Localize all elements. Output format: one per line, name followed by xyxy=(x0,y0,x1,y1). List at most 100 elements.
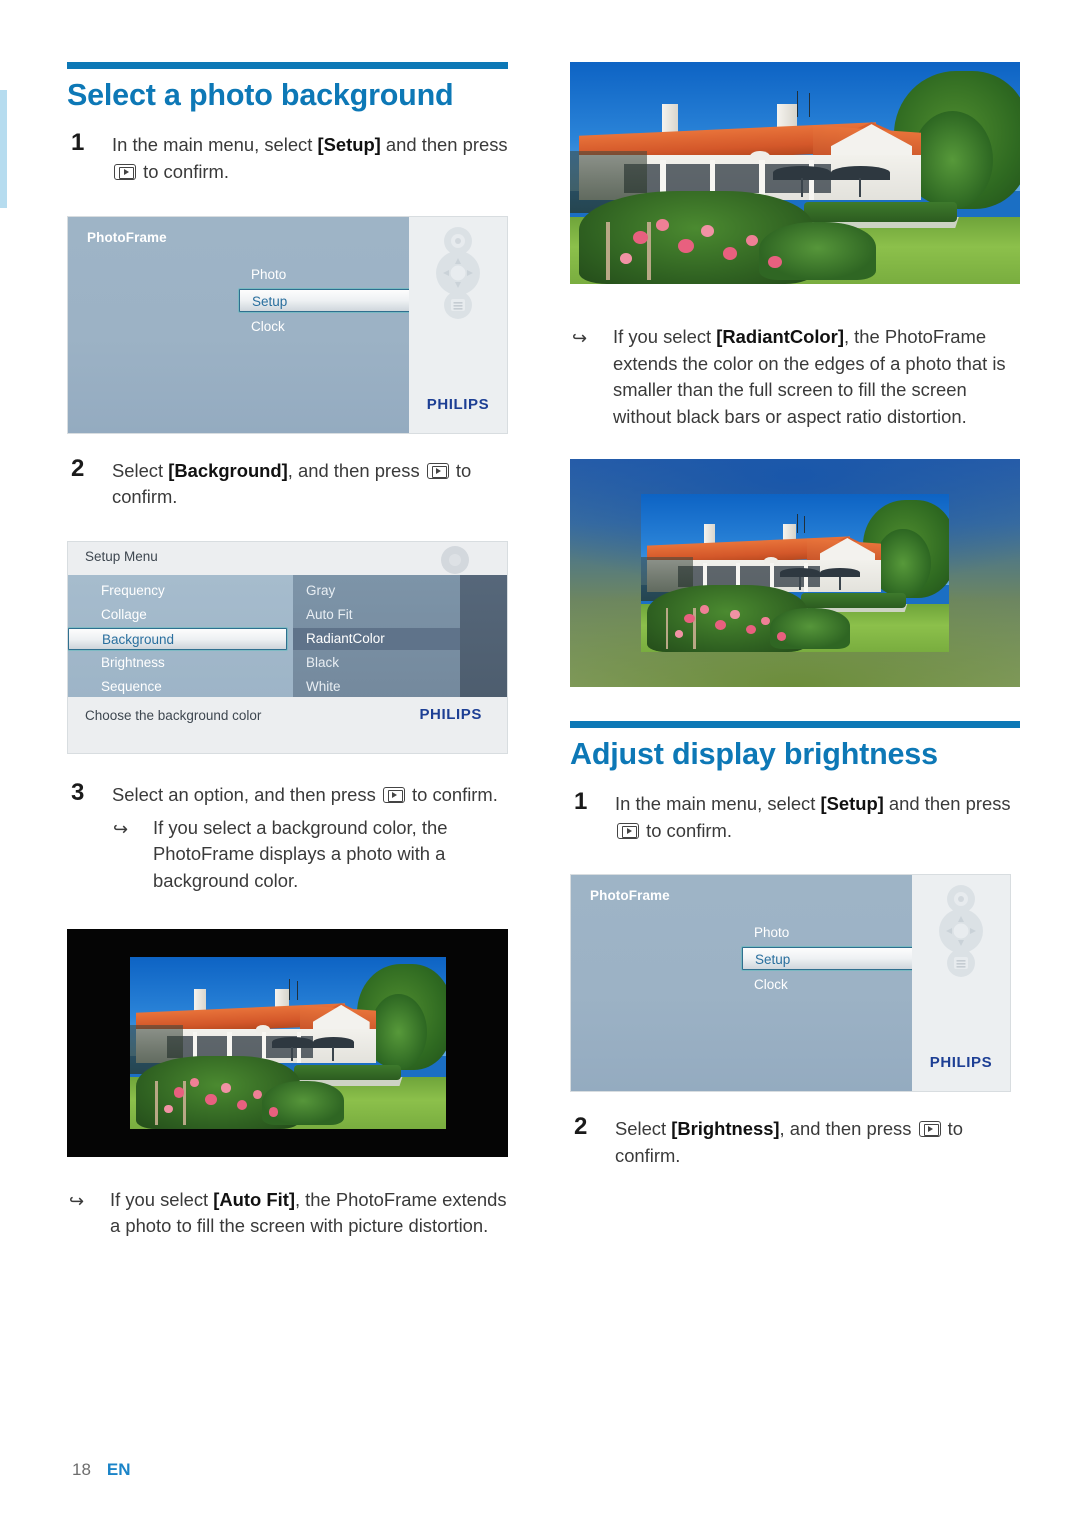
confirm-key-icon xyxy=(114,163,136,180)
bullet-text-bold: [Auto Fit] xyxy=(213,1188,295,1210)
arrow-icon: ↪ xyxy=(572,328,588,348)
bullet-text-bold: [RadiantColor] xyxy=(716,326,844,347)
step-text: Select [Background], and then press to c… xyxy=(112,458,508,511)
page-title-select-photo-background: Select a photo background xyxy=(67,78,454,112)
photoframe-menu-item-setup[interactable]: Setup xyxy=(239,288,415,312)
step-number: 1 xyxy=(574,787,588,815)
photo-radiantcolor-background xyxy=(570,458,1020,687)
setup-menu-right-panel xyxy=(460,574,507,699)
setup-menu-option-gray[interactable]: Gray xyxy=(293,580,460,602)
photo-full-screen xyxy=(570,62,1020,284)
setup-menu-option-white[interactable]: White xyxy=(293,676,460,698)
setup-menu-option-auto-fit[interactable]: Auto Fit xyxy=(293,604,460,626)
step-text-before: Select xyxy=(615,1118,672,1140)
philips-logo: PHILIPS xyxy=(419,705,482,723)
step-text: In the main menu, select [Setup] and the… xyxy=(615,791,1020,844)
step-number: 3 xyxy=(71,778,85,806)
page-language: EN xyxy=(106,1460,131,1479)
photoframe-main-menu-screenshot-2: PhotoFrame Photo Setup Clock PHILIPS xyxy=(570,874,1011,1093)
setup-menu-option-list: Gray Auto Fit RadiantColor Black White xyxy=(293,574,460,699)
step-2-brightness: 2 Select [Brightness], and then press to… xyxy=(570,1113,1020,1169)
remote-control-icon xyxy=(427,225,489,326)
heading-rule xyxy=(67,62,508,69)
bullet-text: If you select a background color, the Ph… xyxy=(153,816,448,891)
step-text: Select [Brightness], and then press to c… xyxy=(615,1116,1020,1169)
setup-menu-item-background[interactable]: Background xyxy=(68,627,287,650)
setup-menu-option-radiantcolor[interactable]: RadiantColor xyxy=(293,627,460,650)
photoframe-menu-sidebar: PHILIPS xyxy=(912,875,1010,1092)
photoframe-menu-item-setup[interactable]: Setup xyxy=(742,947,918,971)
confirm-key-icon xyxy=(918,1121,941,1138)
photoframe-menu-item-photo[interactable]: Photo xyxy=(742,921,918,944)
step-text-end: to confirm. xyxy=(641,819,732,841)
step-text-bold: [Background] xyxy=(168,459,288,481)
step-1-brightness: 1 In the main menu, select [Setup] and t… xyxy=(570,787,1020,844)
photoframe-menu-item-clock[interactable]: Clock xyxy=(239,315,415,338)
step-2-background: 2 Select [Background], and then press to… xyxy=(67,454,508,511)
bullet-background-color: ↪ If you select a background color, the P… xyxy=(111,815,508,895)
arrow-icon: ↪ xyxy=(113,818,129,839)
step-text: Select an option, and then press to conf… xyxy=(112,782,508,809)
photo-with-black-background xyxy=(67,928,508,1157)
photoframe-menu-title: PhotoFrame xyxy=(87,229,167,245)
page-footer: 18 EN xyxy=(72,1460,131,1480)
philips-logo: PHILIPS xyxy=(929,1054,993,1072)
setup-menu-title: Setup Menu xyxy=(85,548,158,564)
setup-menu-hint-text: Choose the background color xyxy=(85,707,262,723)
photoframe-menu-item-photo[interactable]: Photo xyxy=(239,263,415,286)
step-1-background: 1 In the main menu, select [Setup] and t… xyxy=(67,129,508,185)
confirm-key-icon xyxy=(617,822,639,839)
photoframe-menu-item-clock[interactable]: Clock xyxy=(742,973,918,996)
confirm-key-icon xyxy=(382,786,405,803)
setup-menu-item-frequency[interactable]: Frequency xyxy=(68,580,293,602)
photoframe-main-menu-screenshot-1: PhotoFrame Photo Setup Clock PHILIPS xyxy=(67,215,508,434)
step-number: 2 xyxy=(574,1113,588,1141)
step-text-before: Select an option, and then press xyxy=(112,783,381,805)
photoframe-menu-body: PhotoFrame Photo Setup Clock xyxy=(68,216,415,433)
step-text-after: , and then press xyxy=(287,459,425,481)
arrow-icon: ↪ xyxy=(69,1190,85,1211)
photoframe-menu-body: PhotoFrame Photo Setup Clock xyxy=(571,875,918,1092)
step-text-end: to confirm. xyxy=(406,783,498,805)
photoframe-menu-list: Photo Setup Clock xyxy=(742,921,918,999)
step-text-end: to confirm. xyxy=(138,160,229,182)
setup-menu-item-list: Frequency Collage Background Brightness … xyxy=(68,574,293,699)
right-column: ↪ If you select [RadiantColor], the Photo… xyxy=(570,62,1020,1184)
setup-menu-option-black[interactable]: Black xyxy=(293,652,460,674)
page-number: 18 xyxy=(72,1460,91,1479)
heading-rule xyxy=(570,720,1020,728)
remote-control-icon xyxy=(930,883,992,984)
step-text-before: Select xyxy=(112,459,169,481)
step-text-bold: [Setup] xyxy=(820,792,884,814)
setup-menu-footer: Choose the background color PHILIPS xyxy=(68,696,507,753)
step-text-bold: [Setup] xyxy=(317,134,381,156)
bullet-text-before: If you select xyxy=(110,1188,214,1210)
confirm-key-icon xyxy=(426,462,449,479)
photoframe-menu-title: PhotoFrame xyxy=(590,888,670,904)
bullet-text-before: If you select xyxy=(613,326,717,347)
setup-menu-item-collage[interactable]: Collage xyxy=(68,604,293,626)
step-text-bold: [Brightness] xyxy=(671,1118,780,1140)
step-text-before: In the main menu, select xyxy=(112,134,318,156)
step-number: 2 xyxy=(71,454,85,482)
step-number: 1 xyxy=(71,129,85,157)
bullet-auto-fit: ↪ If you select [Auto Fit], the PhotoFram… xyxy=(67,1187,508,1240)
setup-menu-body: Frequency Collage Background Brightness … xyxy=(68,574,507,699)
step-text-after: and then press xyxy=(380,134,508,156)
setup-menu-screenshot: Setup Menu Frequency Collage Background xyxy=(67,540,508,754)
setup-menu-item-brightness[interactable]: Brightness xyxy=(68,652,293,674)
step-text-after: and then press xyxy=(883,792,1011,814)
step-3-background: 3 Select an option, and then press to co… xyxy=(67,778,508,895)
manual-page: Select a photo background 1 In the main … xyxy=(0,0,1080,1528)
left-column: Select a photo background 1 In the main … xyxy=(67,62,508,1240)
bullet-radiantcolor: ↪ If you select [RadiantColor], the Photo… xyxy=(570,324,1020,431)
setup-menu-item-sequence[interactable]: Sequence xyxy=(68,676,293,698)
step-text-after: , and then press xyxy=(779,1118,917,1140)
step-text-before: In the main menu, select xyxy=(615,792,821,814)
photoframe-menu-list: Photo Setup Clock xyxy=(239,263,415,341)
photoframe-menu-sidebar: PHILIPS xyxy=(409,216,507,433)
photo-house-garden xyxy=(129,956,446,1129)
page-title-adjust-display-brightness: Adjust display brightness xyxy=(570,736,938,771)
step-text: In the main menu, select [Setup] and the… xyxy=(112,132,508,185)
photo-house-garden xyxy=(641,493,949,652)
